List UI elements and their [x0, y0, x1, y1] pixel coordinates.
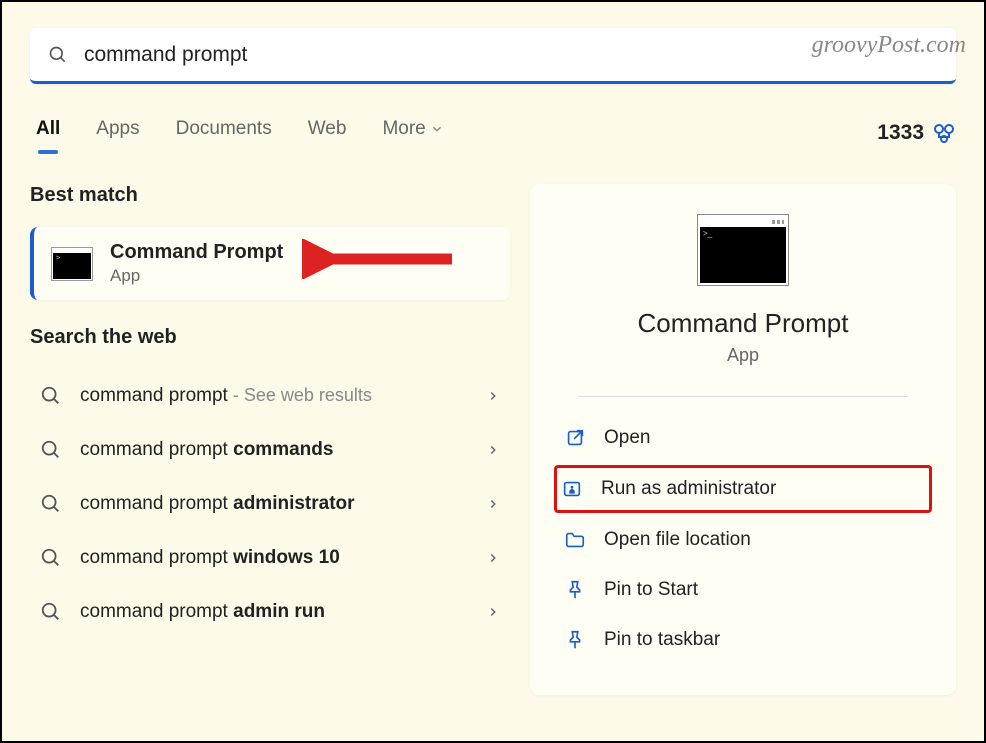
web-result-label: command prompt admin run	[80, 601, 325, 623]
action-pin-to-start[interactable]: Pin to Start	[560, 565, 926, 615]
web-result-label: command prompt commands	[80, 439, 333, 461]
command-prompt-icon	[52, 248, 92, 280]
chevron-right-icon	[486, 551, 500, 565]
web-result-item[interactable]: command prompt commands	[30, 423, 510, 477]
command-prompt-large-icon	[697, 214, 789, 286]
detail-subtitle: App	[727, 345, 759, 366]
result-title: Command Prompt	[110, 241, 283, 264]
chevron-right-icon	[486, 443, 500, 457]
points-value: 1333	[877, 121, 924, 145]
divider	[578, 396, 907, 397]
detail-panel: Command Prompt App Open Run as administr…	[530, 184, 956, 695]
best-match-header: Best match	[30, 184, 510, 207]
action-label: Open file location	[604, 529, 751, 551]
detail-title: Command Prompt	[638, 308, 849, 339]
tab-all[interactable]: All	[30, 112, 66, 154]
action-run-as-admin[interactable]: Run as administrator	[554, 465, 932, 513]
result-subtitle: App	[110, 266, 283, 286]
web-result-item[interactable]: command prompt admin run	[30, 585, 510, 639]
tab-web[interactable]: Web	[302, 112, 353, 154]
tab-documents[interactable]: Documents	[170, 112, 278, 154]
search-input[interactable]	[84, 43, 938, 67]
search-icon	[40, 385, 62, 407]
search-icon	[40, 439, 62, 461]
rewards-icon	[932, 121, 956, 145]
folder-icon	[564, 529, 586, 551]
action-label: Pin to taskbar	[604, 629, 720, 651]
search-bar[interactable]	[30, 28, 956, 84]
web-result-label: command prompt windows 10	[80, 547, 340, 569]
chevron-down-icon	[430, 122, 444, 136]
tabs-row: All Apps Documents Web More 1333	[30, 112, 956, 154]
open-icon	[564, 427, 586, 449]
web-result-label: command prompt - See web results	[80, 385, 372, 407]
action-label: Run as administrator	[601, 478, 776, 500]
left-column: Best match Command Prompt App Search the…	[30, 184, 510, 695]
pin-icon	[564, 629, 586, 651]
search-icon	[40, 493, 62, 515]
chevron-right-icon	[486, 389, 500, 403]
search-icon	[40, 547, 62, 569]
search-web-header: Search the web	[30, 326, 510, 349]
action-list: Open Run as administrator Open file loca…	[560, 413, 926, 665]
tab-more[interactable]: More	[376, 112, 449, 154]
tab-more-label: More	[382, 118, 425, 140]
search-icon	[40, 601, 62, 623]
rewards-points[interactable]: 1333	[877, 121, 956, 145]
action-label: Pin to Start	[604, 579, 698, 601]
shield-icon	[561, 478, 583, 500]
web-result-item[interactable]: command prompt - See web results	[30, 369, 510, 423]
action-pin-to-taskbar[interactable]: Pin to taskbar	[560, 615, 926, 665]
chevron-right-icon	[486, 497, 500, 511]
annotation-arrow-icon	[302, 239, 462, 279]
pin-icon	[564, 579, 586, 601]
action-label: Open	[604, 427, 650, 449]
web-results-list: command prompt - See web results command…	[30, 369, 510, 639]
web-result-label: command prompt administrator	[80, 493, 355, 515]
action-open[interactable]: Open	[560, 413, 926, 463]
best-match-result[interactable]: Command Prompt App	[30, 227, 510, 300]
web-result-item[interactable]: command prompt administrator	[30, 477, 510, 531]
search-icon	[48, 45, 68, 65]
action-open-file-location[interactable]: Open file location	[560, 515, 926, 565]
web-result-item[interactable]: command prompt windows 10	[30, 531, 510, 585]
chevron-right-icon	[486, 605, 500, 619]
tab-apps[interactable]: Apps	[90, 112, 145, 154]
